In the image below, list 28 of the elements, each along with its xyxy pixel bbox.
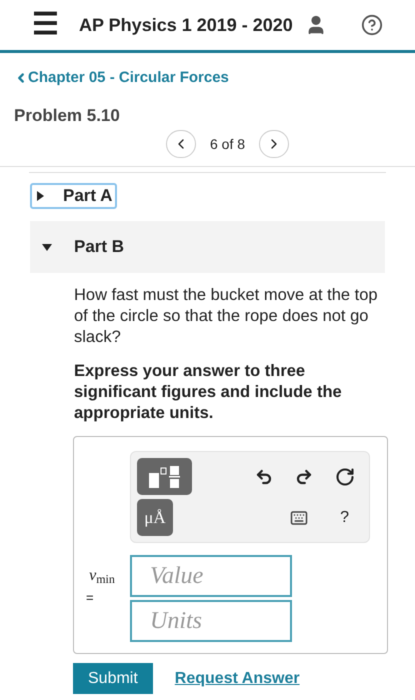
caret-icon bbox=[35, 191, 45, 201]
equals-sign: = bbox=[86, 588, 94, 606]
reset-icon[interactable] bbox=[335, 466, 355, 486]
caret-icon bbox=[42, 242, 52, 252]
instruction-text: Express your answer to three significant figures and include the appropriate units. bbox=[74, 361, 343, 424]
units-button[interactable]: μÅ bbox=[137, 499, 173, 536]
answer-field[interactable]: Units bbox=[130, 600, 292, 642]
menu-icon[interactable]: ☰ bbox=[32, 10, 59, 40]
question-text: How fast must the bucket move at the top of the circle so that the rope does not go slack? bbox=[74, 285, 379, 348]
redo-icon[interactable] bbox=[295, 468, 313, 486]
request-answer-link[interactable]: Request Answer bbox=[174, 666, 300, 690]
fraction-template-icon bbox=[148, 464, 182, 488]
course-title: AP Physics 1 2019 - 2020 bbox=[79, 14, 294, 37]
next-button[interactable] bbox=[259, 130, 290, 158]
answer-field[interactable]: Value bbox=[130, 555, 292, 597]
problem-title: Problem 5.10 bbox=[14, 104, 120, 126]
template-button[interactable] bbox=[137, 458, 192, 495]
part-header[interactable]: Part B bbox=[30, 221, 385, 273]
submit-button[interactable]: Submit bbox=[73, 663, 153, 694]
help-button[interactable]: ? bbox=[340, 506, 349, 530]
variable-label: v$_{min}$ bbox=[89, 566, 115, 588]
undo-icon[interactable] bbox=[255, 468, 273, 486]
back-link[interactable]: Chapter 05 - Circular Forces bbox=[14, 67, 229, 90]
previous-button[interactable] bbox=[166, 130, 196, 158]
part-header[interactable]: Part A bbox=[30, 183, 118, 209]
help-icon[interactable] bbox=[361, 14, 383, 36]
keyboard-icon[interactable] bbox=[288, 508, 310, 526]
page-position: 6 of 8 bbox=[210, 134, 246, 154]
